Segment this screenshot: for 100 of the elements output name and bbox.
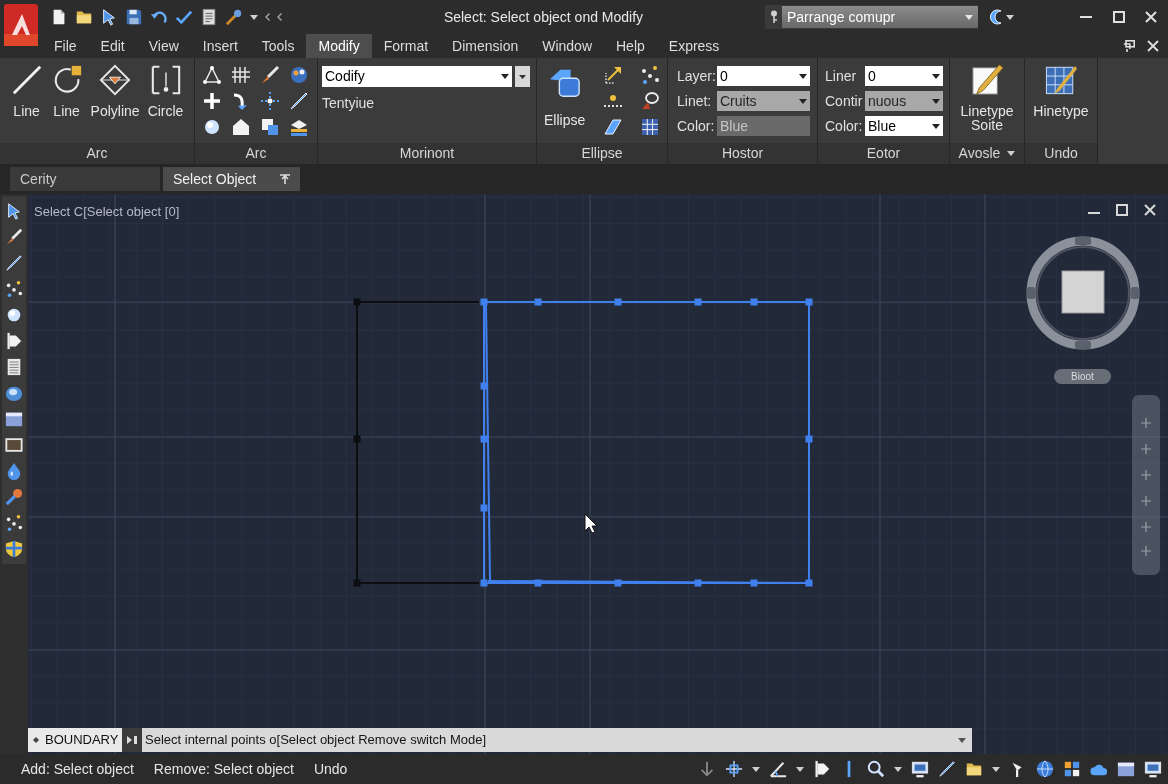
tool-button[interactable]: Ellipse [540, 58, 590, 127]
lasso-icon[interactable] [640, 91, 661, 111]
command-option[interactable]: Add: Select object [21, 758, 134, 780]
grid-icon[interactable] [640, 117, 661, 137]
menu-item[interactable]: Format [371, 34, 441, 58]
copy-icon[interactable] [260, 117, 280, 137]
caret-icon[interactable] [752, 766, 760, 772]
globe-icon[interactable] [1036, 760, 1054, 778]
search-field[interactable]: Parrange comupr [782, 6, 978, 28]
tool-button[interactable]: Hinetype [1031, 58, 1091, 143]
menu-item[interactable]: Express [656, 34, 732, 58]
menu-item[interactable]: Dimension [440, 34, 531, 58]
menu-item[interactable]: Tools [249, 34, 307, 58]
pen-icon[interactable] [938, 760, 956, 778]
menu-item[interactable]: Insert [190, 34, 250, 58]
view-cube[interactable] [1026, 236, 1140, 350]
close-icon[interactable] [1144, 204, 1156, 216]
scatter-icon[interactable] [5, 280, 23, 298]
pen-icon[interactable] [5, 254, 23, 272]
triangle-icon[interactable] [202, 65, 222, 85]
menu-item[interactable]: Edit [88, 34, 137, 58]
close-icon[interactable] [1147, 40, 1159, 52]
property-dropdown[interactable]: 0 [865, 66, 943, 86]
property-dropdown[interactable]: 0 [717, 66, 810, 86]
drop-icon[interactable] [5, 462, 23, 480]
caret-icon[interactable] [796, 766, 804, 772]
flag-icon[interactable] [813, 760, 831, 778]
check-icon[interactable] [175, 8, 193, 26]
scatter-icon[interactable] [640, 65, 661, 85]
command-option[interactable]: Undo [313, 758, 348, 780]
property-dropdown[interactable]: Blue [865, 116, 943, 136]
command-button[interactable]: BOUNDARY [28, 728, 122, 752]
tool-button[interactable]: Circle [145, 58, 186, 143]
ball-icon[interactable] [202, 117, 222, 137]
pen-icon[interactable] [289, 91, 309, 111]
pointer-icon[interactable] [100, 8, 118, 26]
play-icon[interactable] [122, 728, 142, 752]
arrow-icon[interactable] [698, 760, 716, 778]
close-icon[interactable] [1144, 11, 1157, 23]
field-label: Color: [825, 116, 864, 136]
paint-icon[interactable] [5, 488, 23, 506]
maximize-icon[interactable] [1112, 11, 1125, 23]
sphere-icon[interactable] [5, 384, 23, 402]
eraser-icon[interactable] [603, 117, 624, 137]
rectangle-shape[interactable] [480, 298, 813, 587]
tool-button[interactable]: Polyline [88, 58, 142, 143]
crescent-icon[interactable] [987, 9, 1003, 25]
caret-icon[interactable] [250, 14, 258, 20]
window-icon[interactable] [1117, 760, 1135, 778]
flag-icon[interactable] [5, 332, 23, 350]
blocks-icon[interactable] [1063, 760, 1081, 778]
combo-box[interactable]: Codify [322, 66, 512, 87]
menu-item[interactable]: File [42, 34, 89, 58]
document-icon[interactable] [200, 8, 218, 26]
dotted-cross-icon[interactable] [260, 91, 280, 111]
caret-icon[interactable] [894, 766, 902, 772]
view-button[interactable]: Bioot [1054, 369, 1111, 384]
menu-item[interactable]: View [136, 34, 191, 58]
crosshair-icon[interactable] [725, 760, 743, 778]
angle-icon[interactable] [769, 760, 787, 778]
caret-icon[interactable] [1006, 14, 1014, 20]
command-option[interactable]: Remove: Select object [153, 758, 294, 780]
search-icon[interactable] [867, 760, 885, 778]
monitor-icon[interactable] [1144, 760, 1162, 778]
dotted-arrow-icon[interactable] [603, 65, 624, 85]
minimize-icon[interactable] [1079, 16, 1092, 18]
brush-icon[interactable] [260, 65, 280, 85]
plus-icon[interactable] [202, 91, 222, 111]
app-logo-icon[interactable] [4, 4, 38, 46]
up-arrow-icon[interactable] [280, 174, 290, 184]
caret-icon [799, 98, 807, 104]
scatter-icon[interactable] [5, 514, 23, 532]
document-tab[interactable]: Select Object [163, 167, 300, 191]
command-input[interactable]: Select internal points o[Select object Remove switch Mode] [142, 728, 972, 752]
maximize-icon[interactable] [1116, 204, 1128, 216]
menu-item[interactable]: Modify [306, 34, 372, 58]
dropdown-button[interactable] [515, 66, 530, 87]
menu-item[interactable]: Help [604, 34, 657, 58]
caret-icon[interactable] [1007, 151, 1016, 156]
house-icon[interactable] [231, 117, 251, 137]
ball-icon[interactable] [5, 306, 23, 324]
wrench-icon[interactable] [225, 8, 243, 26]
field-label: Linet: [677, 91, 713, 111]
hash-icon[interactable] [231, 65, 251, 85]
restore-icon[interactable] [1123, 40, 1135, 52]
tool-button[interactable]: Line [8, 58, 45, 143]
monitor-icon[interactable] [911, 760, 929, 778]
tool-button[interactable]: Line [48, 58, 85, 143]
list-icon[interactable] [5, 358, 23, 376]
pointer-icon[interactable] [5, 202, 23, 220]
menu-item[interactable]: Window [530, 34, 604, 58]
window-icon[interactable] [5, 410, 23, 428]
document-tab[interactable]: Cerity [10, 167, 160, 191]
brush-icon[interactable] [5, 228, 23, 246]
palette-icon[interactable] [289, 65, 309, 85]
tool-button[interactable]: Linetype Soite [954, 58, 1020, 143]
rectangle-icon[interactable] [5, 436, 23, 454]
caret-icon[interactable] [992, 766, 1000, 772]
shield-icon[interactable] [5, 540, 23, 558]
stack-icon[interactable] [289, 117, 309, 137]
